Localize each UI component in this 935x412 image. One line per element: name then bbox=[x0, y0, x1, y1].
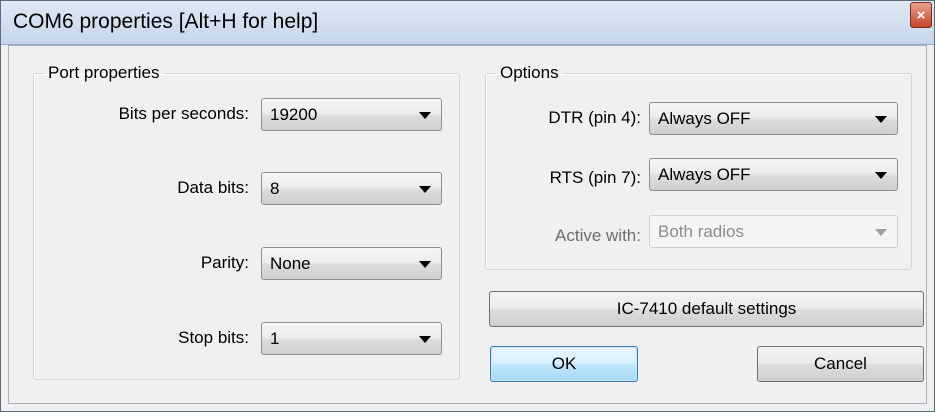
stop-bits-label: Stop bits: bbox=[178, 328, 249, 347]
bits-per-second-value: 19200 bbox=[270, 105, 318, 124]
title-bar[interactable]: COM6 properties [Alt+H for help] × bbox=[1, 1, 934, 45]
active-with-value: Both radios bbox=[658, 222, 744, 241]
dtr-label: DTR (pin 4): bbox=[548, 108, 641, 127]
rts-value: Always OFF bbox=[658, 165, 751, 184]
close-icon: × bbox=[916, 6, 926, 24]
data-bits-label: Data bits: bbox=[177, 178, 249, 197]
bits-per-second-label: Bits per seconds: bbox=[118, 104, 249, 123]
chevron-down-icon bbox=[875, 229, 887, 236]
stop-bits-value: 1 bbox=[270, 329, 280, 348]
data-bits-value: 8 bbox=[270, 179, 280, 198]
close-button[interactable]: × bbox=[910, 2, 932, 28]
dtr-select[interactable]: Always OFF bbox=[649, 102, 898, 135]
rts-label: RTS (pin 7): bbox=[549, 168, 641, 187]
chevron-down-icon bbox=[875, 116, 887, 123]
parity-label: Parity: bbox=[200, 253, 249, 272]
stop-bits-select[interactable]: 1 bbox=[261, 322, 442, 355]
dialog-body: Port properties Bits per seconds: 19200 … bbox=[8, 45, 927, 404]
options-legend: Options bbox=[500, 63, 559, 82]
port-properties-legend: Port properties bbox=[48, 63, 160, 82]
window-title: COM6 properties [Alt+H for help] bbox=[13, 10, 319, 33]
chevron-down-icon bbox=[419, 186, 431, 193]
dtr-value: Always OFF bbox=[658, 109, 751, 128]
com-properties-dialog: COM6 properties [Alt+H for help] × Port … bbox=[0, 0, 935, 412]
cancel-button[interactable]: Cancel bbox=[757, 346, 924, 382]
bits-per-second-select[interactable]: 19200 bbox=[261, 98, 442, 131]
chevron-down-icon bbox=[875, 172, 887, 179]
chevron-down-icon bbox=[419, 112, 431, 119]
chevron-down-icon bbox=[419, 336, 431, 343]
default-settings-button[interactable]: IC-7410 default settings bbox=[489, 291, 924, 327]
active-with-label: Active with: bbox=[555, 226, 641, 245]
chevron-down-icon bbox=[419, 261, 431, 268]
ok-button[interactable]: OK bbox=[490, 346, 638, 382]
parity-select[interactable]: None bbox=[261, 247, 442, 280]
rts-select[interactable]: Always OFF bbox=[649, 158, 898, 191]
data-bits-select[interactable]: 8 bbox=[261, 172, 442, 205]
parity-value: None bbox=[270, 254, 311, 273]
active-with-select: Both radios bbox=[649, 215, 898, 248]
